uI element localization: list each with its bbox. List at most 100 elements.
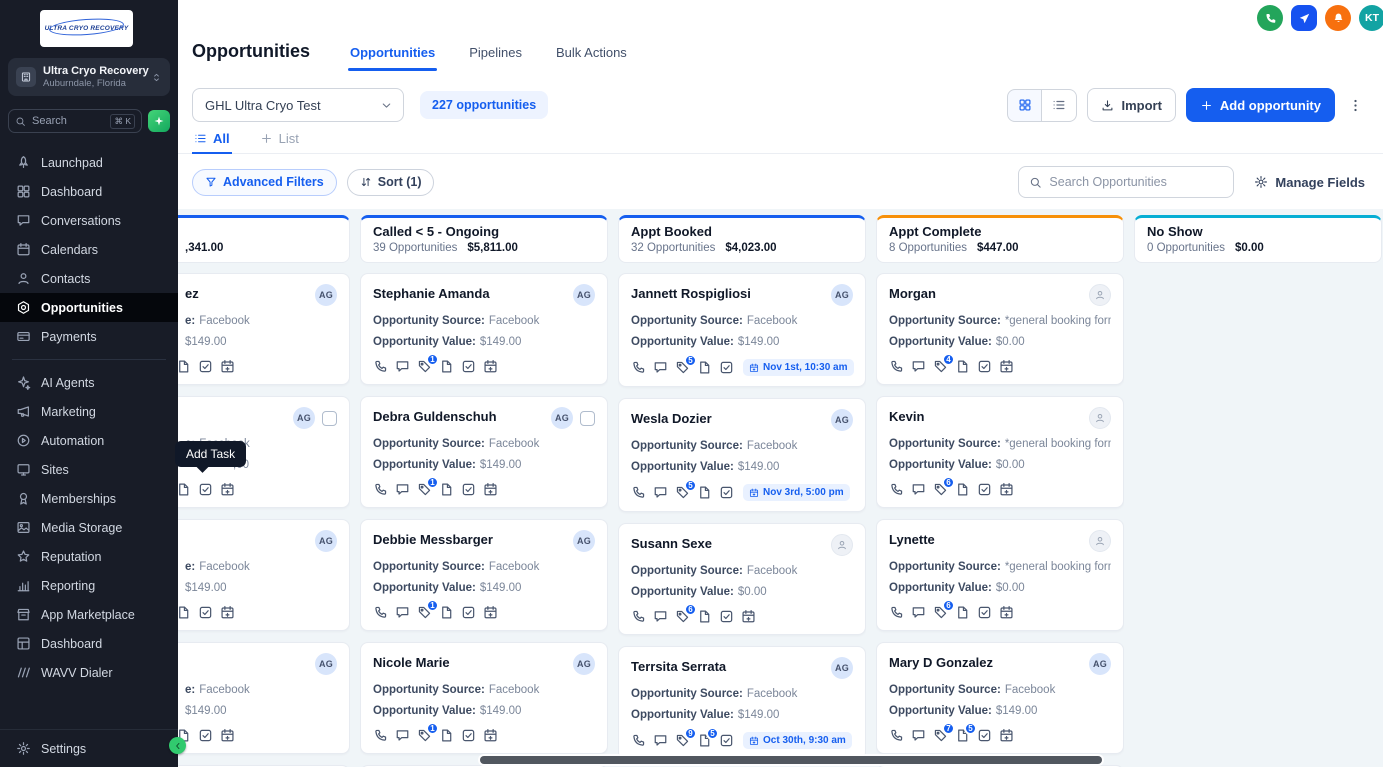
opportunity-card[interactable]: Jannett Rospigliosi AG Opportunity Sourc… [618, 273, 866, 387]
opportunity-card[interactable]: Kevin Opportunity Source: *general bookin… [876, 396, 1124, 508]
phone-icon[interactable] [889, 728, 904, 743]
tab-opportunities[interactable]: Opportunities [348, 0, 438, 73]
tab-all[interactable]: All [192, 131, 232, 154]
card-select-checkbox[interactable] [580, 410, 595, 426]
sort-button[interactable]: Sort (1) [346, 168, 435, 196]
sidebar-item-opportunities[interactable]: Opportunities [0, 293, 178, 322]
note-icon[interactable] [439, 605, 454, 620]
sidebar-item-marketing[interactable]: Marketing [0, 397, 178, 426]
sms-icon[interactable] [395, 482, 410, 497]
calendar-icon[interactable] [483, 605, 498, 620]
sidebar-item-reporting[interactable]: Reporting [0, 571, 178, 600]
pipeline-select[interactable]: GHL Ultra Cryo Test [192, 88, 404, 122]
sidebar-collapse-button[interactable] [169, 737, 186, 754]
tab-pipelines[interactable]: Pipelines [467, 0, 524, 73]
note-icon[interactable] [697, 485, 712, 500]
calendar-icon[interactable] [999, 359, 1014, 374]
search-opportunities-input[interactable] [1049, 175, 1224, 189]
sidebar-item-memberships[interactable]: Memberships [0, 484, 178, 513]
sidebar-item-dashboard[interactable]: Dashboard [0, 629, 178, 658]
calendar-icon[interactable] [999, 728, 1014, 743]
note-icon[interactable] [178, 359, 191, 374]
sms-icon[interactable] [911, 728, 926, 743]
tag-icon[interactable]: 5 [675, 354, 697, 375]
sidebar-item-media-storage[interactable]: Media Storage [0, 513, 178, 542]
sidebar-item-ai-agents[interactable]: AI Agents [0, 368, 178, 397]
column-header[interactable]: Appt Complete 8 Opportunities $447.00 [876, 215, 1124, 263]
phone-icon[interactable] [889, 605, 904, 620]
calendar-icon[interactable] [220, 728, 235, 743]
task-icon[interactable] [977, 359, 992, 374]
phone-icon[interactable] [631, 485, 646, 500]
phone-icon[interactable] [631, 360, 646, 375]
opportunity-card[interactable]: Mary D Gonzalez AG Opportunity Source: Fa… [876, 642, 1124, 754]
phone-icon[interactable] [889, 482, 904, 497]
card-select-checkbox[interactable] [322, 410, 337, 426]
sms-icon[interactable] [653, 733, 668, 748]
sms-icon[interactable] [395, 728, 410, 743]
tag-icon[interactable]: 7 [933, 722, 955, 743]
tag-icon[interactable]: 1 [417, 353, 439, 374]
column-header[interactable]: Called < 5 - Ongoing 39 Opportunities $5… [360, 215, 608, 263]
tag-icon[interactable]: 1 [417, 476, 439, 497]
opportunity-card[interactable]: Wesla Dozier AG Opportunity Source: Faceb… [618, 398, 866, 512]
import-button[interactable]: Import [1087, 88, 1176, 122]
task-icon[interactable] [461, 605, 476, 620]
note-icon[interactable] [439, 482, 454, 497]
ai-assistant-button[interactable] [148, 110, 170, 132]
phone-icon[interactable] [889, 359, 904, 374]
task-icon[interactable] [461, 359, 476, 374]
note-icon[interactable] [697, 609, 712, 624]
list-view-button[interactable] [1042, 88, 1078, 122]
user-avatar[interactable]: KT [1359, 5, 1383, 31]
sms-icon[interactable] [911, 359, 926, 374]
phone-icon[interactable] [631, 609, 646, 624]
tag-icon[interactable]: 4 [933, 353, 955, 374]
calendar-icon[interactable] [220, 482, 235, 497]
sms-icon[interactable] [911, 482, 926, 497]
task-icon[interactable] [719, 733, 734, 748]
task-icon[interactable] [719, 485, 734, 500]
calendar-icon[interactable] [999, 482, 1014, 497]
note-icon[interactable] [697, 360, 712, 375]
task-icon[interactable] [198, 482, 213, 497]
opportunity-card[interactable]: Stephanie Amanda AG Opportunity Source: F… [360, 273, 608, 385]
task-icon[interactable] [977, 605, 992, 620]
task-icon[interactable] [461, 728, 476, 743]
sms-icon[interactable] [653, 609, 668, 624]
calendar-icon[interactable] [483, 482, 498, 497]
opportunity-card[interactable]: AG e: Facebook $149.00 [178, 519, 350, 631]
sidebar-search-input[interactable]: Search ⌘ K [8, 109, 142, 133]
opportunity-card[interactable]: Debra Guldenschuh AG Opportunity Source:… [360, 396, 608, 508]
note-icon[interactable]: 5 [697, 727, 719, 748]
task-icon[interactable] [198, 605, 213, 620]
sidebar-item-app-marketplace[interactable]: App Marketplace [0, 600, 178, 629]
calendar-icon[interactable] [999, 605, 1014, 620]
tag-icon[interactable]: 1 [417, 722, 439, 743]
appointment-chip[interactable]: Nov 3rd, 5:00 pm [743, 484, 850, 501]
send-icon[interactable] [1291, 5, 1317, 31]
note-icon[interactable] [955, 359, 970, 374]
phone-icon[interactable] [1257, 5, 1283, 31]
sidebar-item-sites[interactable]: Sites [0, 455, 178, 484]
opportunity-card[interactable]: ez AG e: Facebook $149.00 [178, 273, 350, 385]
note-icon[interactable] [955, 482, 970, 497]
grid-view-button[interactable] [1007, 88, 1043, 122]
opportunity-card[interactable]: AG e: Facebook $149.00 [178, 642, 350, 754]
sidebar-item-reputation[interactable]: Reputation [0, 542, 178, 571]
tag-icon[interactable]: 1 [417, 599, 439, 620]
appointment-chip[interactable]: Oct 30th, 9:30 am [743, 732, 852, 749]
phone-icon[interactable] [373, 359, 388, 374]
phone-icon[interactable] [373, 482, 388, 497]
note-icon[interactable] [955, 605, 970, 620]
sidebar-item-payments[interactable]: Payments [0, 322, 178, 351]
calendar-icon[interactable] [483, 728, 498, 743]
sms-icon[interactable] [395, 605, 410, 620]
opportunity-card[interactable]: Morgan Opportunity Source: *general booki… [876, 273, 1124, 385]
more-options-button[interactable] [1345, 92, 1365, 118]
tag-icon[interactable]: 6 [933, 599, 955, 620]
tag-icon[interactable]: 5 [675, 479, 697, 500]
opportunity-card[interactable]: Nicole Marie AG Opportunity Source: Faceb… [360, 642, 608, 754]
task-icon[interactable] [198, 359, 213, 374]
horizontal-scrollbar[interactable] [480, 756, 1102, 764]
